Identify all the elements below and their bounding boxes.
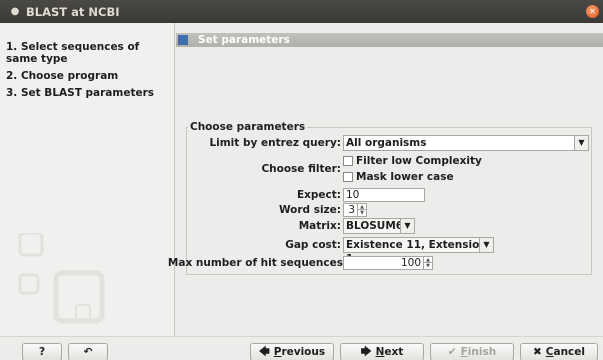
- max-hits-spinner[interactable]: 100 ▲ ▼: [343, 256, 433, 270]
- entrez-query-value: All organisms: [346, 137, 427, 149]
- checkbox-icon[interactable]: [343, 156, 353, 166]
- cancel-button[interactable]: ✖ Cancel: [520, 343, 598, 360]
- step-set-blast-parameters: 3. Set BLAST parameters: [0, 87, 174, 99]
- mask-lower-case-checkbox[interactable]: Mask lower case: [343, 171, 454, 183]
- step-choose-program: 2. Choose program: [0, 70, 174, 82]
- gap-cost-combo[interactable]: Existence 11, Extension 1 ▼: [343, 237, 494, 265]
- cancel-x-icon: ✖: [532, 346, 542, 358]
- entrez-query-label: Limit by entrez query:: [209, 137, 341, 149]
- spinner-arrows-icon[interactable]: ▲ ▼: [357, 204, 366, 216]
- max-hits-label: Max number of hit sequences: [167, 257, 343, 269]
- step-label: Select sequences of same type: [6, 41, 140, 65]
- gap-cost-label: Gap cost:: [285, 239, 341, 251]
- header-marker-icon: [178, 35, 188, 45]
- chevron-down-icon[interactable]: ▼: [479, 238, 493, 252]
- reset-button[interactable]: ↶: [68, 343, 108, 360]
- step-number: 2.: [6, 70, 18, 82]
- window-title: BLAST at NCBI: [26, 4, 120, 19]
- step-label: Set BLAST parameters: [20, 87, 155, 99]
- checkmark-icon: ✔: [447, 346, 457, 358]
- next-button[interactable]: 🡆 Next: [340, 343, 424, 360]
- arrow-left-icon: 🡄: [258, 346, 270, 358]
- filter-label: Choose filter:: [261, 163, 341, 175]
- panel-header: Set parameters: [176, 33, 603, 47]
- expect-input[interactable]: 10: [343, 188, 425, 202]
- step-select-sequences: 1. Select sequences of same type: [0, 41, 174, 65]
- parameters-group: Choose parameters Limit by entrez query:…: [168, 121, 592, 275]
- finish-button[interactable]: ✔ Finish: [430, 343, 514, 360]
- word-size-spinner[interactable]: 3 ▲ ▼: [343, 203, 367, 217]
- previous-button[interactable]: 🡄 Previous: [250, 343, 334, 360]
- matrix-combo[interactable]: BLOSUM62 ▼: [343, 218, 415, 234]
- step-number: 1.: [6, 41, 18, 53]
- watermark-squares-icon: [18, 233, 105, 324]
- panel-header-title: Set parameters: [198, 34, 290, 46]
- help-button[interactable]: ?: [22, 343, 62, 360]
- close-icon[interactable]: ✕: [586, 5, 599, 18]
- step-label: Choose program: [20, 70, 119, 82]
- app-icon: ●: [10, 6, 20, 17]
- spinner-arrows-icon[interactable]: ▲ ▼: [423, 257, 432, 269]
- expect-label: Expect:: [296, 189, 341, 201]
- wizard-footer: ? ↶ 🡄 Previous 🡆 Next ✔ Finish ✖ Cancel: [0, 336, 603, 360]
- entrez-query-combo[interactable]: All organisms ▼: [343, 135, 589, 151]
- wizard-steps-panel: 1. Select sequences of same type 2. Choo…: [0, 23, 175, 336]
- window-titlebar: ● BLAST at NCBI ✕: [0, 0, 603, 23]
- chevron-down-icon[interactable]: ▼: [574, 136, 588, 150]
- arrow-right-icon: 🡆: [360, 346, 372, 358]
- checkbox-icon[interactable]: [343, 172, 353, 182]
- matrix-label: Matrix:: [298, 220, 341, 232]
- parameters-group-title: Choose parameters: [188, 121, 308, 133]
- chevron-down-icon[interactable]: ▼: [400, 219, 414, 233]
- word-size-label: Word size:: [278, 204, 341, 216]
- step-number: 3.: [6, 87, 18, 99]
- wizard-content: Set parameters Choose parameters Limit b…: [168, 23, 603, 336]
- reset-icon: ↶: [83, 346, 93, 358]
- filter-low-complexity-checkbox[interactable]: Filter low Complexity: [343, 155, 482, 167]
